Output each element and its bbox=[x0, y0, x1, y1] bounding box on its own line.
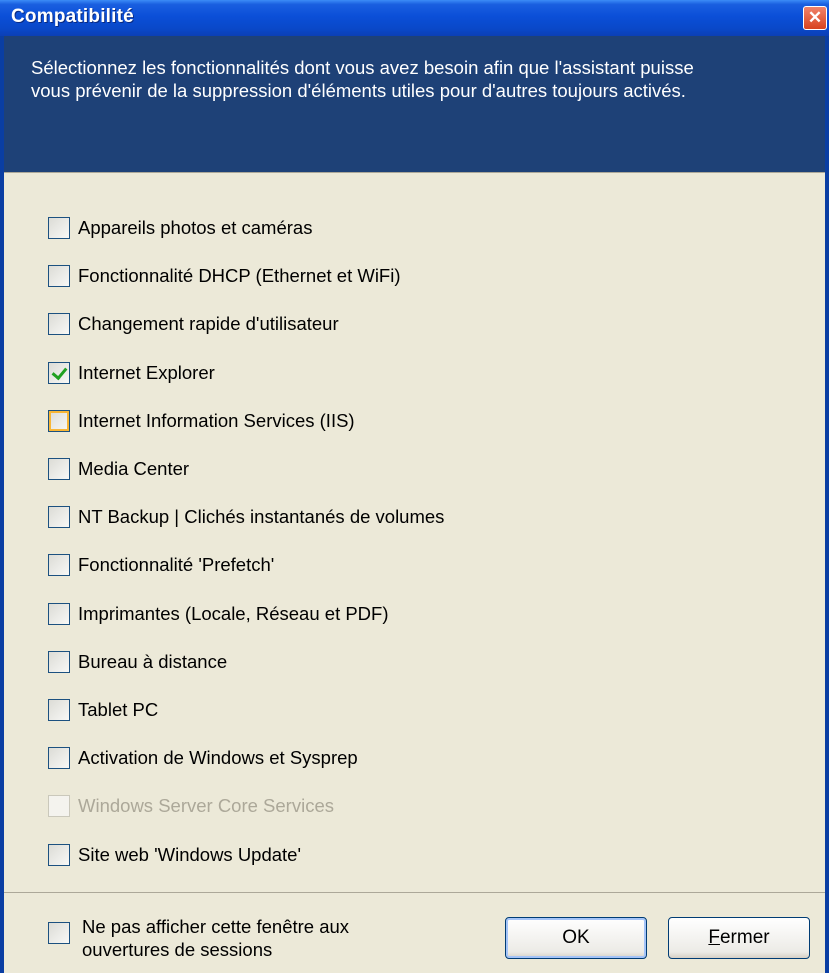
feature-option[interactable]: Fonctionnalité 'Prefetch' bbox=[48, 552, 274, 578]
feature-label: Bureau à distance bbox=[78, 651, 228, 672]
feature-label: Media Center bbox=[78, 458, 190, 479]
feature-option[interactable]: Appareils photos et caméras bbox=[48, 215, 312, 241]
feature-label: Appareils photos et caméras bbox=[78, 217, 313, 238]
feature-checkbox[interactable] bbox=[48, 603, 70, 625]
feature-label: Internet Explorer bbox=[78, 362, 215, 383]
feature-label: Fonctionnalité DHCP (Ethernet et WiFi) bbox=[78, 265, 401, 286]
ok-button[interactable]: OK bbox=[505, 917, 647, 959]
title-bar[interactable]: Compatibilité ✕ bbox=[0, 0, 829, 36]
feature-option[interactable]: Bureau à distance bbox=[48, 649, 227, 675]
feature-option[interactable]: Imprimantes (Locale, Réseau et PDF) bbox=[48, 601, 389, 627]
feature-label: NT Backup | Clichés instantanés de volum… bbox=[78, 506, 445, 527]
feature-checkbox[interactable] bbox=[48, 747, 70, 769]
footer-divider bbox=[4, 892, 825, 893]
feature-label: Imprimantes (Locale, Réseau et PDF) bbox=[78, 603, 389, 624]
feature-option[interactable]: Internet Explorer bbox=[48, 360, 215, 386]
dont-show-checkbox[interactable] bbox=[48, 922, 70, 944]
feature-option[interactable]: Changement rapide d'utilisateur bbox=[48, 311, 339, 337]
feature-option[interactable]: Activation de Windows et Sysprep bbox=[48, 745, 358, 771]
feature-checkbox[interactable] bbox=[48, 554, 70, 576]
feature-label: Activation de Windows et Sysprep bbox=[78, 747, 358, 768]
feature-option[interactable]: Fonctionnalité DHCP (Ethernet et WiFi) bbox=[48, 263, 401, 289]
header-divider bbox=[4, 172, 825, 173]
feature-option[interactable]: Media Center bbox=[48, 456, 189, 482]
description-text: Sélectionnez les fonctionnalités dont vo… bbox=[31, 57, 694, 101]
feature-option[interactable]: Internet Information Services (IIS) bbox=[48, 408, 355, 434]
feature-checkbox[interactable] bbox=[48, 313, 70, 335]
feature-checkbox[interactable] bbox=[48, 699, 70, 721]
close-icon: ✕ bbox=[807, 8, 823, 27]
feature-label: Tablet PC bbox=[78, 699, 159, 720]
feature-option: Windows Server Core Services bbox=[48, 793, 334, 819]
feature-option[interactable]: Tablet PC bbox=[48, 697, 158, 723]
feature-checkbox[interactable] bbox=[48, 651, 70, 673]
feature-label: Internet Information Services (IIS) bbox=[78, 410, 355, 431]
feature-checkbox[interactable] bbox=[48, 844, 70, 866]
feature-checkbox[interactable] bbox=[48, 217, 70, 239]
compatibility-dialog: Compatibilité ✕ Sélectionnez les fonctio… bbox=[0, 0, 829, 973]
feature-checkbox[interactable] bbox=[48, 458, 70, 480]
feature-label: Windows Server Core Services bbox=[78, 795, 334, 816]
close-window-button[interactable]: ✕ bbox=[803, 6, 827, 30]
feature-option[interactable]: Site web 'Windows Update' bbox=[48, 842, 301, 868]
window-title: Compatibilité bbox=[11, 6, 134, 27]
feature-checkbox[interactable] bbox=[48, 265, 70, 287]
feature-checkbox[interactable] bbox=[48, 362, 70, 384]
feature-label: Changement rapide d'utilisateur bbox=[78, 313, 339, 334]
feature-option[interactable]: NT Backup | Clichés instantanés de volum… bbox=[48, 504, 444, 530]
feature-label: Fonctionnalité 'Prefetch' bbox=[78, 554, 275, 575]
feature-checkbox[interactable] bbox=[48, 506, 70, 528]
close-button[interactable]: Fermer bbox=[668, 917, 810, 959]
feature-checkbox bbox=[48, 795, 70, 817]
feature-label: Site web 'Windows Update' bbox=[78, 844, 302, 865]
feature-checkbox[interactable] bbox=[48, 410, 70, 432]
dont-show-label[interactable]: Ne pas afficher cette fenêtre aux ouvert… bbox=[82, 915, 422, 961]
